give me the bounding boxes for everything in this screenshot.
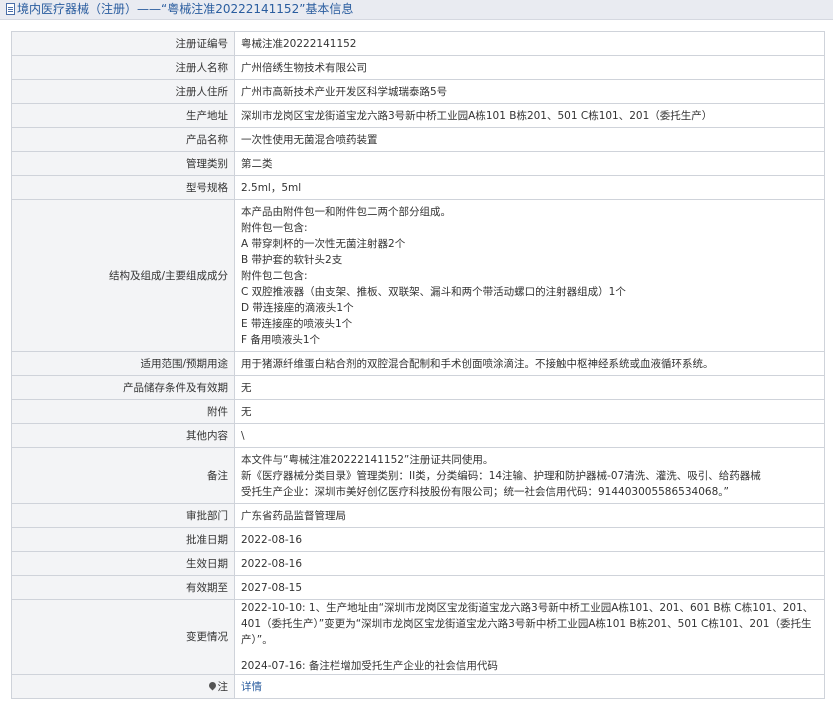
changes-value: 2022-10-10: 1、生产地址由“深圳市龙岗区宝龙街道宝龙六路3号新中桥工… [234, 599, 825, 675]
field-label: 批准日期 [11, 527, 235, 552]
field-label: 管理类别 [11, 151, 235, 176]
table-row: 有效期至 2027-08-15 [11, 575, 825, 600]
table-row: 管理类别 第二类 [11, 151, 825, 176]
remarks-line: 本文件与“粤械注准20222141152”注册证共同使用。 [241, 453, 494, 466]
field-value: 广州倍绣生物技术有限公司 [234, 55, 825, 80]
table-row: 附件 无 [11, 399, 825, 424]
field-label: 有效期至 [11, 575, 235, 600]
field-value: 无 [234, 399, 825, 424]
field-value: 粤械注准20222141152 [234, 31, 825, 56]
table-row: 审批部门 广东省药品监督管理局 [11, 503, 825, 528]
change-spacer [241, 648, 818, 658]
field-label: 注册人住所 [11, 79, 235, 104]
composition-line: B 带护套的软针头2支 [241, 253, 343, 266]
change-entry: 2024-07-16: 备注栏增加受托生产企业的社会信用代码 [241, 660, 498, 672]
field-label: 产品储存条件及有效期 [11, 375, 235, 400]
table-row: 注册人住所 广州市高新技术产业开发区科学城瑞泰路5号 [11, 79, 825, 104]
remarks-line: 新《医疗器械分类目录》管理类别：II类，分类编码：14注输、护理和防护器械-07… [241, 469, 761, 482]
field-label: 产品名称 [11, 127, 235, 152]
field-label: 生产地址 [11, 103, 235, 128]
table-row: 其他内容 \ [11, 423, 825, 448]
field-value: 2.5ml，5ml [234, 175, 825, 200]
table-row: 批准日期 2022-08-16 [11, 527, 825, 552]
table-row: 生产地址 深圳市龙岗区宝龙街道宝龙六路3号新中桥工业园A栋101 B栋201、5… [11, 103, 825, 128]
page-title: 境内医疗器械（注册）——“粤械注准20222141152”基本信息 [17, 2, 354, 16]
field-label: 审批部门 [11, 503, 235, 528]
composition-value: 本产品由附件包一和附件包二两个部分组成。 附件包一包含: A 带穿刺杯的一次性无… [234, 199, 825, 352]
field-label: 附件 [11, 399, 235, 424]
pin-icon [207, 680, 217, 691]
page-header: 境内医疗器械（注册）——“粤械注准20222141152”基本信息 [0, 0, 833, 20]
table-row: 产品储存条件及有效期 无 [11, 375, 825, 400]
field-label: 备注 [11, 447, 235, 504]
note-label: 注 [217, 680, 229, 693]
composition-line: F 备用喷液头1个 [241, 333, 321, 346]
info-table: 注册证编号 粤械注准20222141152 注册人名称 广州倍绣生物技术有限公司… [11, 31, 825, 699]
field-value: 广州市高新技术产业开发区科学城瑞泰路5号 [234, 79, 825, 104]
composition-line: 本产品由附件包一和附件包二两个部分组成。 [241, 205, 451, 218]
table-row: 产品名称 一次性使用无菌混合喷药装置 [11, 127, 825, 152]
field-value: 2022-08-16 [234, 527, 825, 552]
details-link[interactable]: 详情 [241, 681, 262, 693]
field-value: 第二类 [234, 151, 825, 176]
field-label: 适用范围/预期用途 [11, 351, 235, 376]
remarks-value: 本文件与“粤械注准20222141152”注册证共同使用。 新《医疗器械分类目录… [234, 447, 825, 504]
composition-line: 附件包二包含: [241, 269, 308, 282]
field-label: 结构及组成/主要组成成分 [11, 199, 235, 352]
field-label: 型号规格 [11, 175, 235, 200]
field-value: 2027-08-15 [234, 575, 825, 600]
field-label: 注册人名称 [11, 55, 235, 80]
document-icon [6, 3, 15, 15]
field-label: 注册证编号 [11, 31, 235, 56]
field-value: 广东省药品监督管理局 [234, 503, 825, 528]
field-value: 用于猪源纤维蛋白粘合剂的双腔混合配制和手术创面喷涂滴注。不接触中枢神经系统或血液… [234, 351, 825, 376]
table-row: 结构及组成/主要组成成分 本产品由附件包一和附件包二两个部分组成。 附件包一包含… [11, 199, 825, 352]
composition-line: 附件包一包含: [241, 221, 308, 234]
note-label-cell: 注 [11, 674, 235, 699]
remarks-line: 受托生产企业：深圳市美好创亿医疗科技股份有限公司；统一社会信用代码：914403… [241, 485, 729, 498]
table-row: 生效日期 2022-08-16 [11, 551, 825, 576]
table-row: 变更情况 2022-10-10: 1、生产地址由“深圳市龙岗区宝龙街道宝龙六路3… [11, 599, 825, 675]
field-label: 其他内容 [11, 423, 235, 448]
composition-line: C 双腔推液器（由支架、推板、双联架、漏斗和两个带活动螺口的注射器组成）1个 [241, 285, 626, 298]
field-value: \ [234, 423, 825, 448]
field-value: 深圳市龙岗区宝龙街道宝龙六路3号新中桥工业园A栋101 B栋201、501 C栋… [234, 103, 825, 128]
field-label: 生效日期 [11, 551, 235, 576]
note-value: 详情 [234, 674, 825, 699]
composition-line: D 带连接座的滴液头1个 [241, 301, 354, 314]
table-row: 注册证编号 粤械注准20222141152 [11, 31, 825, 56]
field-value: 无 [234, 375, 825, 400]
table-row: 适用范围/预期用途 用于猪源纤维蛋白粘合剂的双腔混合配制和手术创面喷涂滴注。不接… [11, 351, 825, 376]
change-entry: 2022-10-10: 1、生产地址由“深圳市龙岗区宝龙街道宝龙六路3号新中桥工… [241, 602, 814, 646]
table-row: 注 详情 [11, 674, 825, 699]
field-value: 一次性使用无菌混合喷药装置 [234, 127, 825, 152]
table-row: 注册人名称 广州倍绣生物技术有限公司 [11, 55, 825, 80]
field-value: 2022-08-16 [234, 551, 825, 576]
table-row: 型号规格 2.5ml，5ml [11, 175, 825, 200]
composition-line: E 带连接座的喷液头1个 [241, 317, 353, 330]
field-label: 变更情况 [11, 599, 235, 675]
table-row: 备注 本文件与“粤械注准20222141152”注册证共同使用。 新《医疗器械分… [11, 447, 825, 504]
composition-line: A 带穿刺杯的一次性无菌注射器2个 [241, 237, 406, 250]
